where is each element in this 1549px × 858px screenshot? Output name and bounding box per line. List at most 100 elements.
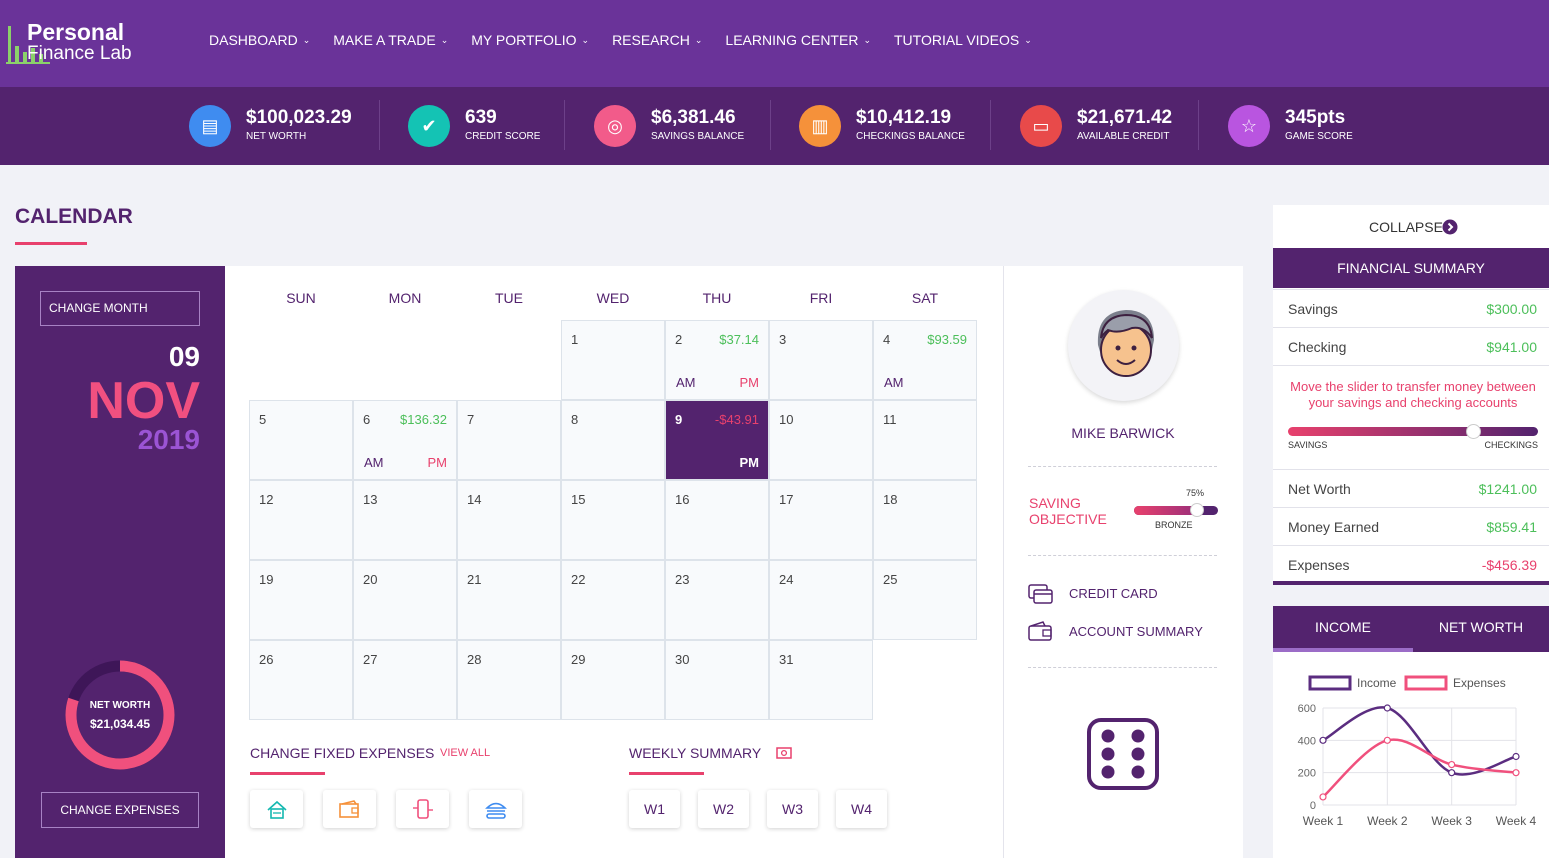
calendar-day[interactable]: 4 $93.59 AM: [873, 320, 977, 400]
pm-event[interactable]: PM: [740, 375, 760, 390]
nav-item[interactable]: DASHBOARD ⌄: [209, 32, 310, 48]
calendar-day[interactable]: 16: [665, 480, 769, 560]
calendar-day[interactable]: 31: [769, 640, 873, 720]
brand-line1: Personal: [27, 19, 125, 45]
am-event[interactable]: AM: [364, 455, 384, 470]
legend-label: Expenses: [1453, 676, 1506, 690]
calendar-day[interactable]: 7: [457, 400, 561, 480]
calendar-day[interactable]: 2 $37.14 AM PM: [665, 320, 769, 400]
week-button[interactable]: W4: [836, 790, 887, 828]
income-chart-panel: INCOME NET WORTH 0 200 400 600 Week 1 Week 2 W…: [1273, 606, 1549, 858]
top-navbar: Personal Finance Lab DASHBOARD ⌄ MAKE A TR…: [0, 0, 1549, 87]
weekday-label: MON: [388, 290, 422, 306]
credit-card-link[interactable]: CREDIT CARD: [1069, 586, 1158, 601]
change-expenses-button[interactable]: CHANGE EXPENSES: [41, 792, 199, 828]
calendar-day-selected[interactable]: 9 -$43.91 PM: [665, 400, 769, 480]
week-button[interactable]: W3: [767, 790, 818, 828]
calendar-day[interactable]: 15: [561, 480, 665, 560]
calendar-day[interactable]: 27: [353, 640, 457, 720]
dice-icon[interactable]: [1087, 718, 1159, 790]
x-tick-label: Week 4: [1496, 814, 1537, 828]
calendar-day[interactable]: 10: [769, 400, 873, 480]
am-event[interactable]: AM: [884, 375, 904, 390]
data-point: [1383, 736, 1391, 744]
transfer-slider-knob[interactable]: [1466, 424, 1481, 439]
calendar-day[interactable]: 13: [353, 480, 457, 560]
data-point: [1448, 769, 1456, 777]
day-number: 7: [467, 412, 475, 427]
calendar-day[interactable]: 6 $136.32 AM PM: [353, 400, 457, 480]
wallet-icon: [1028, 621, 1052, 641]
divider: [1028, 555, 1217, 556]
fixed-expense-button[interactable]: [396, 790, 449, 828]
calendar-day[interactable]: 20: [353, 560, 457, 640]
calendar-day[interactable]: 21: [457, 560, 561, 640]
calendar-day[interactable]: 30: [665, 640, 769, 720]
pm-event[interactable]: PM: [428, 455, 448, 470]
nav-item[interactable]: MY PORTFOLIO ⌄: [471, 32, 589, 48]
fixed-expense-button[interactable]: [250, 790, 303, 828]
calendar-day[interactable]: 24: [769, 560, 873, 640]
transfer-slider-track[interactable]: [1288, 427, 1538, 436]
day-number: 13: [363, 492, 378, 507]
calendar-day[interactable]: 1: [561, 320, 665, 400]
income-expenses-line-chart: 0 200 400 600 Week 1 Week 2 Week 3 Week 4 Income…: [1298, 675, 1537, 828]
stat-label: GAME SCORE: [1285, 131, 1353, 142]
nav-item[interactable]: LEARNING CENTER ⌄: [725, 32, 871, 48]
nav-item-label: MAKE A TRADE: [333, 32, 436, 48]
calendar-day[interactable]: 12: [249, 480, 353, 560]
day-amount: $93.59: [927, 332, 967, 347]
main-menu: DASHBOARD ⌄ MAKE A TRADE ⌄ MY PORTFOLIO ⌄ RESE…: [209, 32, 1055, 48]
day-number: 22: [571, 572, 586, 587]
nav-item[interactable]: TUTORIAL VIDEOS ⌄: [894, 32, 1032, 48]
net-worth-ring-value: $21,034.45: [89, 717, 151, 731]
stat-icon-glyph: ✔: [421, 116, 437, 136]
calendar-day[interactable]: 25: [873, 560, 977, 640]
calendar-day[interactable]: 5: [249, 400, 353, 480]
brand-logo[interactable]: Personal Finance Lab: [6, 16, 176, 72]
am-event[interactable]: AM: [676, 375, 696, 390]
weekday-label: WED: [596, 290, 630, 306]
view-all-link[interactable]: VIEW ALL: [440, 747, 490, 759]
expenses-row: Expenses -$456.39: [1273, 545, 1549, 583]
week-button[interactable]: W1: [629, 790, 680, 828]
stat-label: AVAILABLE CREDIT: [1077, 131, 1170, 142]
calendar-day[interactable]: 3: [769, 320, 873, 400]
tab-net-worth[interactable]: NET WORTH: [1413, 606, 1549, 652]
nav-item[interactable]: RESEARCH ⌄: [612, 32, 702, 48]
change-month-button[interactable]: CHANGE MONTH: [40, 291, 200, 326]
weekday-label: TUE: [495, 290, 523, 306]
expenses-label: Expenses: [1288, 557, 1350, 573]
weekday-label: SAT: [911, 290, 939, 306]
slider-left-label: SAVINGS: [1288, 440, 1328, 450]
collapse-button[interactable]: COLLAPSE: [1369, 219, 1443, 235]
calendar-day[interactable]: 23: [665, 560, 769, 640]
calendar-day[interactable]: 17: [769, 480, 873, 560]
cash-icon[interactable]: [776, 747, 792, 759]
day-number: 28: [467, 652, 482, 667]
calendar-day[interactable]: 14: [457, 480, 561, 560]
calendar-day[interactable]: 11: [873, 400, 977, 480]
data-point: [1319, 793, 1327, 801]
calendar-day[interactable]: 8: [561, 400, 665, 480]
day-number: 16: [675, 492, 690, 507]
calendar-day[interactable]: 26: [249, 640, 353, 720]
week-button[interactable]: W2: [698, 790, 749, 828]
calendar-day[interactable]: 28: [457, 640, 561, 720]
tab-income[interactable]: INCOME: [1273, 606, 1413, 652]
account-summary-link[interactable]: ACCOUNT SUMMARY: [1069, 624, 1203, 639]
fixed-expense-button[interactable]: [323, 790, 376, 828]
calendar-day[interactable]: 19: [249, 560, 353, 640]
objective-progress-fill: [1134, 506, 1197, 515]
nav-item[interactable]: MAKE A TRADE ⌄: [333, 32, 448, 48]
pm-event[interactable]: PM: [740, 455, 760, 470]
calendar-day[interactable]: 18: [873, 480, 977, 560]
avatar[interactable]: [1068, 290, 1179, 401]
data-point: [1448, 760, 1456, 769]
chevron-right-circle-icon[interactable]: [1442, 219, 1458, 235]
stat-value: 639: [465, 107, 497, 128]
divider: [1028, 466, 1217, 467]
calendar-day[interactable]: 22: [561, 560, 665, 640]
fixed-expense-button[interactable]: [469, 790, 522, 828]
calendar-day[interactable]: 29: [561, 640, 665, 720]
